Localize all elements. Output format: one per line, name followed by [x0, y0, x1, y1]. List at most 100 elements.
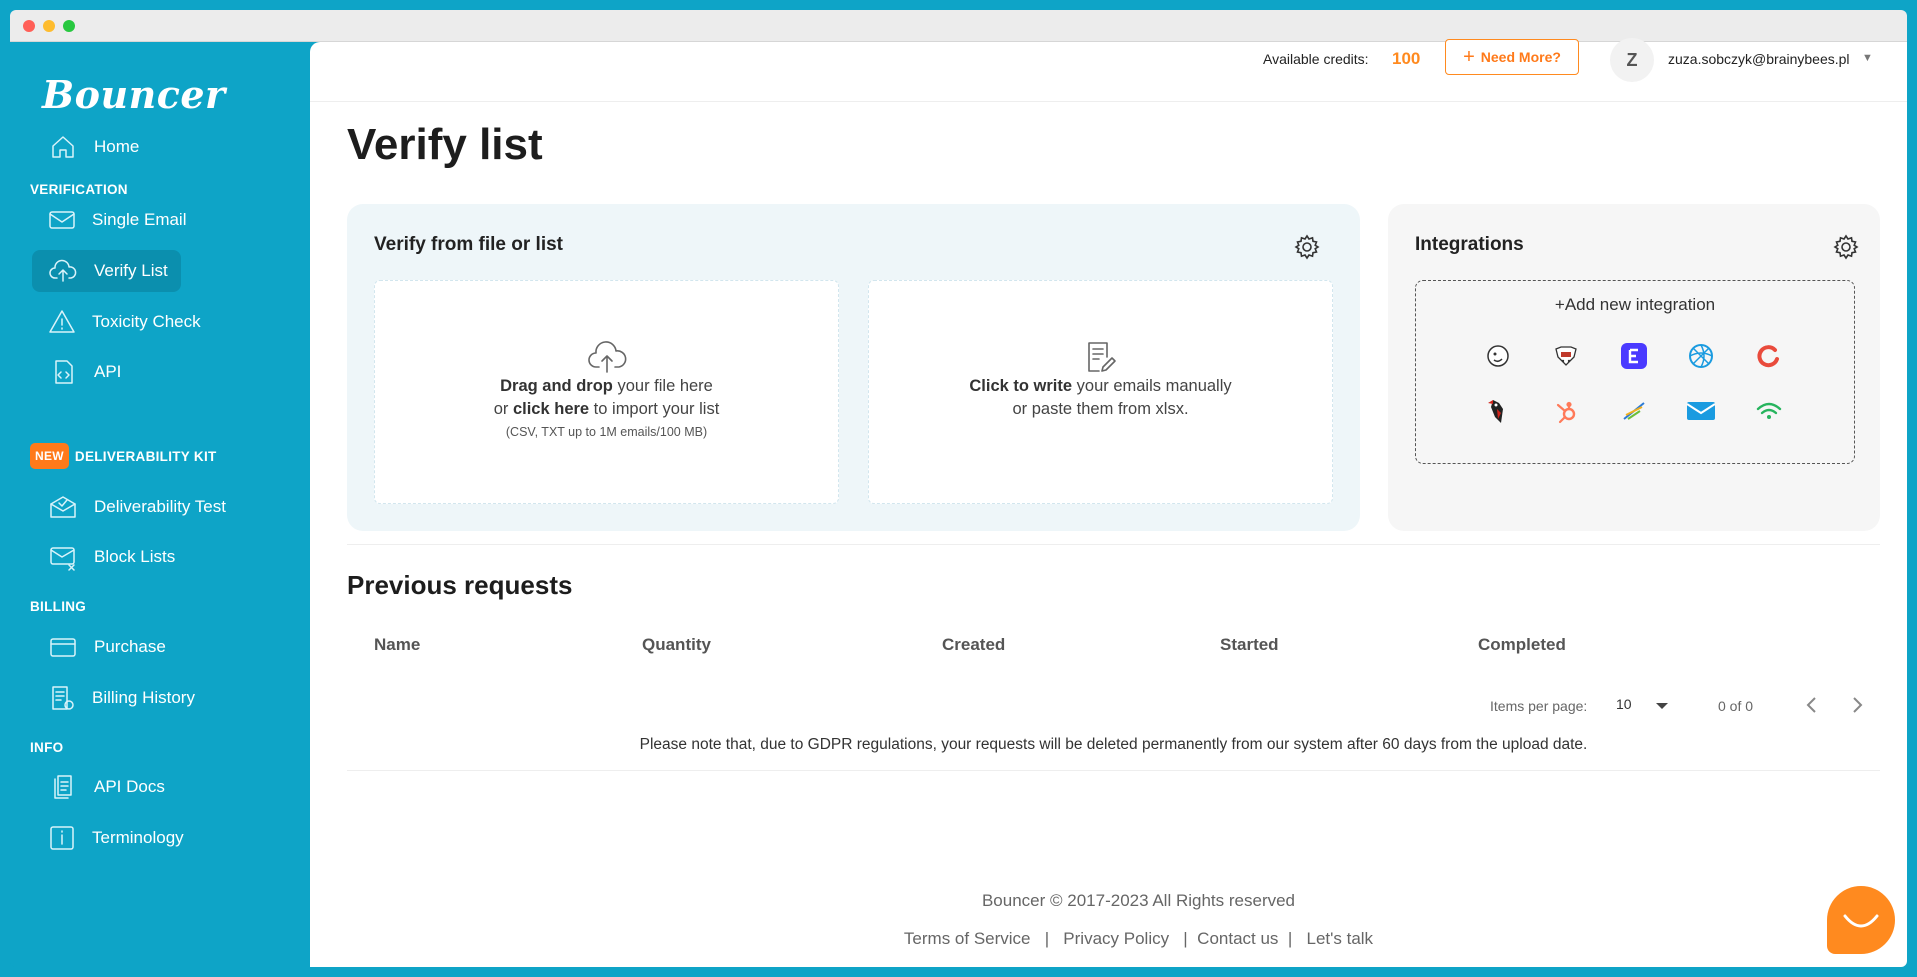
- sendinblue-icon[interactable]: [1686, 341, 1716, 371]
- sidebar: Bouncer Home VERIFICATION Single Email V…: [10, 42, 310, 967]
- need-more-label: Need More?: [1480, 49, 1561, 65]
- gdpr-note: Please note that, due to GDPR regulation…: [639, 736, 1588, 753]
- contact-us-link[interactable]: Contact us: [1197, 929, 1278, 948]
- link-separator: |: [1283, 929, 1302, 948]
- envelope-x-icon: [48, 542, 78, 572]
- manual-text: your emails manually: [1072, 377, 1232, 395]
- note-edit-icon: [1081, 339, 1121, 375]
- add-integration-label: Add new integration: [1564, 295, 1716, 314]
- receipt-icon: [48, 683, 76, 713]
- cloud-upload-icon: [587, 339, 627, 375]
- column-header-started[interactable]: Started: [1220, 635, 1279, 655]
- new-badge: NEW: [30, 443, 69, 469]
- top-bar: Available credits: 100 + Need More? Z zu…: [310, 38, 1907, 102]
- items-per-page-value: 10: [1616, 696, 1632, 712]
- main-content: Available credits: 100 + Need More? Z zu…: [310, 38, 1907, 967]
- sidebar-item-block-lists[interactable]: Block Lists: [32, 536, 181, 578]
- need-more-button[interactable]: + Need More?: [1445, 39, 1579, 75]
- verify-card: Verify from file or list Drag and drop y…: [347, 204, 1360, 531]
- chevron-right-icon: [1853, 697, 1863, 713]
- sidebar-item-label: Terminology: [92, 828, 184, 847]
- previous-page-button[interactable]: [1797, 690, 1827, 720]
- info-icon: [48, 823, 76, 853]
- privacy-policy-link[interactable]: Privacy Policy: [1063, 929, 1169, 948]
- manual-entry-zone[interactable]: Click to write your emails manually or p…: [868, 280, 1333, 504]
- bouncer-logo[interactable]: Bouncer: [42, 72, 226, 117]
- sidebar-item-purchase[interactable]: Purchase: [32, 626, 181, 668]
- cloud-upload-icon: [48, 256, 78, 286]
- column-header-created[interactable]: Created: [942, 635, 1005, 655]
- drop-text-pre: or: [493, 400, 513, 418]
- file-limits-note: (CSV, TXT up to 1M emails/100 MB): [505, 425, 708, 439]
- next-page-button[interactable]: [1842, 690, 1872, 720]
- credit-card-icon: [48, 632, 78, 662]
- column-header-completed[interactable]: Completed: [1478, 635, 1566, 655]
- sidebar-item-verify-list[interactable]: Verify List: [32, 250, 181, 292]
- lets-talk-link[interactable]: Let's talk: [1307, 929, 1374, 948]
- credits-value: 100: [1392, 49, 1421, 68]
- close-window-button[interactable]: [23, 20, 35, 32]
- sidebar-item-label: Billing History: [92, 688, 195, 707]
- app-window: Bouncer Home VERIFICATION Single Email V…: [10, 10, 1907, 967]
- avatar[interactable]: Z: [1610, 38, 1654, 82]
- click-here-link[interactable]: click here: [513, 400, 589, 418]
- manual-line-1: Click to write your emails manually: [869, 375, 1332, 398]
- mailerlite-icon[interactable]: [1686, 396, 1716, 426]
- section-verification: VERIFICATION: [30, 182, 128, 197]
- sidebar-item-toxicity-check[interactable]: Toxicity Check: [32, 301, 201, 343]
- footer-links: Terms of Service | Privacy Policy | Cont…: [310, 929, 1907, 949]
- sidebar-item-label: Deliverability Test: [94, 497, 226, 516]
- mailchimp-icon[interactable]: [1483, 341, 1513, 371]
- column-header-name[interactable]: Name: [374, 635, 420, 655]
- terms-of-service-link[interactable]: Terms of Service: [904, 929, 1031, 948]
- user-email[interactable]: zuza.sobczyk@brainybees.pl: [1668, 51, 1850, 67]
- file-drop-zone[interactable]: Drag and drop your file here or click he…: [374, 280, 839, 504]
- sidebar-item-single-email[interactable]: Single Email: [32, 199, 187, 241]
- sidebar-item-label: Single Email: [92, 210, 187, 229]
- caret-down-icon: [1656, 703, 1668, 709]
- elastic-email-icon[interactable]: [1619, 341, 1649, 371]
- code-file-icon: [48, 357, 78, 387]
- home-icon: [48, 132, 78, 162]
- items-per-page-select[interactable]: 10: [1616, 696, 1676, 720]
- sidebar-item-billing-history[interactable]: Billing History: [32, 677, 195, 719]
- column-header-quantity[interactable]: Quantity: [642, 635, 711, 655]
- wifi-icon[interactable]: [1754, 396, 1784, 426]
- integrations-box: +Add new integration: [1415, 280, 1855, 464]
- sidebar-item-terminology[interactable]: Terminology: [32, 817, 184, 859]
- chat-widget-button[interactable]: [1827, 886, 1895, 954]
- click-to-write-link[interactable]: Click to write: [969, 377, 1072, 395]
- items-per-page-label: Items per page:: [1490, 698, 1588, 714]
- hubspot-icon[interactable]: [1551, 396, 1581, 426]
- add-integration-button[interactable]: +Add new integration: [1416, 295, 1854, 315]
- section-deliverability-kit: NEW DELIVERABILITY KIT: [30, 443, 217, 469]
- zapier-icon[interactable]: [1619, 396, 1649, 426]
- gear-icon[interactable]: [1294, 234, 1320, 260]
- chevron-left-icon: [1806, 697, 1816, 713]
- integrations-card: Integrations +Add new integration: [1388, 204, 1880, 531]
- envelope-check-icon: [48, 492, 78, 522]
- maximize-window-button[interactable]: [63, 20, 75, 32]
- drop-text: your file here: [612, 377, 713, 395]
- sendy-icon[interactable]: [1551, 341, 1581, 371]
- sidebar-item-api[interactable]: API: [32, 351, 181, 393]
- section-info: INFO: [30, 740, 64, 755]
- minimize-window-button[interactable]: [43, 20, 55, 32]
- link-separator: |: [1035, 929, 1059, 948]
- sidebar-item-label: API Docs: [94, 777, 165, 796]
- woodpecker-icon[interactable]: [1483, 396, 1513, 426]
- gear-icon[interactable]: [1833, 234, 1859, 260]
- section-label: DELIVERABILITY KIT: [74, 448, 217, 464]
- drop-line-2: or click here to import your list: [375, 398, 838, 421]
- sidebar-item-api-docs[interactable]: API Docs: [32, 766, 181, 808]
- section-billing: BILLING: [30, 599, 87, 614]
- credits-label: Available credits:: [1263, 51, 1369, 67]
- sidebar-item-label: Purchase: [94, 637, 166, 656]
- plus-icon: +: [1463, 45, 1475, 68]
- sidebar-item-deliverability-test[interactable]: Deliverability Test: [32, 486, 292, 528]
- sidebar-item-label: Block Lists: [94, 547, 176, 566]
- sidebar-item-home[interactable]: Home: [32, 126, 181, 168]
- drop-text-rest: to import your list: [589, 400, 720, 418]
- caret-down-icon[interactable]: ▼: [1862, 52, 1873, 64]
- activecampaign-icon[interactable]: [1754, 341, 1784, 371]
